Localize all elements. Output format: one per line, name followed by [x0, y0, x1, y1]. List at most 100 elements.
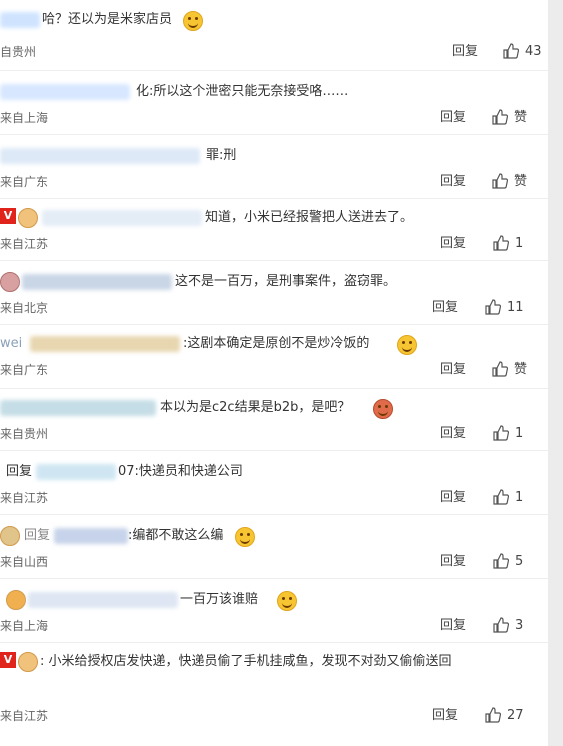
- avatar: [18, 652, 38, 672]
- location-text: 来自上海: [0, 111, 49, 125]
- thumbs-up-icon: [493, 235, 510, 251]
- divider: [0, 70, 548, 71]
- page-gutter: [548, 0, 563, 746]
- avatar: [0, 272, 20, 292]
- like-button[interactable]: 5: [493, 552, 523, 572]
- reply-button[interactable]: 回复: [440, 552, 466, 572]
- username-blur: [28, 592, 178, 608]
- comment-text: 07:快递员和快递公司: [118, 464, 243, 479]
- location-text: 来自江苏: [0, 709, 49, 723]
- comment-text: 一百万该谁赔: [180, 592, 259, 607]
- reply-button[interactable]: 回复: [440, 108, 466, 128]
- divider: [0, 514, 548, 515]
- like-count: 赞: [514, 362, 528, 377]
- comment-text: 知道，小米已经报警把人送进去了。: [205, 210, 414, 225]
- location-text: 来自广东: [0, 363, 49, 377]
- reply-button[interactable]: 回复: [452, 42, 478, 62]
- like-button[interactable]: 赞: [492, 360, 527, 380]
- reply-button[interactable]: 回复: [440, 488, 466, 508]
- like-count: 5: [515, 554, 524, 569]
- like-button[interactable]: 27: [485, 706, 524, 726]
- location-text: 来自江苏: [0, 237, 49, 251]
- username-blur: [42, 210, 202, 226]
- reply-prefix: 回复: [6, 464, 33, 479]
- thumbs-up-icon: [492, 361, 509, 377]
- comment-text: 罪:刑: [206, 148, 237, 163]
- like-button[interactable]: 11: [485, 298, 524, 318]
- username-blur: [0, 84, 130, 100]
- thumbs-up-icon: [485, 707, 502, 723]
- like-count: 赞: [514, 174, 528, 189]
- reply-button[interactable]: 回复: [440, 234, 466, 254]
- comment-text: 化:所以这个泄密只能无奈接受咯……: [136, 84, 349, 99]
- divider: [0, 260, 548, 261]
- like-button[interactable]: 43: [503, 42, 542, 62]
- smiley-emoji-icon: [183, 11, 203, 31]
- location-text: 来自贵州: [0, 427, 49, 441]
- thumbs-up-icon: [485, 299, 502, 315]
- thumbs-up-icon: [503, 43, 520, 59]
- smiley-emoji-icon: [397, 335, 417, 355]
- v-badge-icon: V: [0, 208, 16, 224]
- reply-button[interactable]: 回复: [440, 172, 466, 192]
- like-count: 3: [515, 618, 524, 633]
- like-button[interactable]: 赞: [492, 108, 527, 128]
- thumbs-up-icon: [493, 489, 510, 505]
- username-prefix: wei: [0, 336, 23, 351]
- comment-text: 哈？还以为是米家店员: [42, 12, 173, 27]
- comment-text: :编都不敢这么编: [128, 528, 224, 543]
- username-blur: [36, 464, 116, 480]
- reply-button[interactable]: 回复: [440, 424, 466, 444]
- like-button[interactable]: 1: [493, 488, 523, 508]
- username-blur: [0, 12, 40, 28]
- location-text: 来自江苏: [0, 491, 49, 505]
- thumbs-up-icon: [492, 173, 509, 189]
- thumbs-up-icon: [493, 617, 510, 633]
- username-blur: [22, 274, 172, 290]
- reply-button[interactable]: 回复: [440, 360, 466, 380]
- location-text: 来自上海: [0, 619, 49, 633]
- divider: [0, 388, 548, 389]
- like-count: 27: [507, 708, 524, 723]
- angry-emoji-icon: [373, 399, 393, 419]
- like-count: 43: [525, 44, 542, 59]
- divider: [0, 134, 548, 135]
- comment-body: 哈？还以为是米家店员: [0, 8, 548, 32]
- comment-text: 本以为是c2c结果是b2b，是吧？: [160, 400, 351, 415]
- divider: [0, 642, 548, 643]
- reply-button[interactable]: 回复: [432, 706, 458, 726]
- thinking-emoji-icon: [277, 591, 297, 611]
- like-count: 1: [515, 236, 524, 251]
- thumbs-up-icon: [492, 109, 509, 125]
- username-blur: [30, 336, 180, 352]
- avatar: [0, 526, 20, 546]
- comment-text: : 小米给授权店发快递，快递员偷了手机挂咸鱼，发现不对劲又偷偷送回: [40, 654, 452, 669]
- crying-emoji-icon: [235, 527, 255, 547]
- reply-button[interactable]: 回复: [440, 616, 466, 636]
- thumbs-up-icon: [493, 425, 510, 441]
- reply-button[interactable]: 回复: [432, 298, 458, 318]
- like-count: 赞: [514, 110, 528, 125]
- v-badge-icon: V: [0, 652, 16, 668]
- comment-list: 哈？还以为是米家店员 自贵州 回复 43 化:所以这个泄密只能无奈接受咯…… 来…: [0, 0, 548, 746]
- like-button[interactable]: 赞: [492, 172, 527, 192]
- avatar: [18, 208, 38, 228]
- like-count: 1: [515, 490, 524, 505]
- location-text: 自贵州: [0, 45, 37, 59]
- divider: [0, 578, 548, 579]
- avatar: [6, 590, 26, 610]
- like-button[interactable]: 1: [493, 234, 523, 254]
- reply-prefix: 回复: [24, 528, 51, 543]
- like-count: 1: [515, 426, 524, 441]
- divider: [0, 450, 548, 451]
- location-text: 来自北京: [0, 301, 49, 315]
- comment-text: :这剧本确定是原创不是炒冷饭的: [183, 336, 370, 351]
- username-blur: [0, 400, 156, 416]
- location-text: 来自山西: [0, 555, 49, 569]
- like-button[interactable]: 3: [493, 616, 523, 636]
- divider: [0, 198, 548, 199]
- like-button[interactable]: 1: [493, 424, 523, 444]
- like-count: 11: [507, 300, 524, 315]
- divider: [0, 324, 548, 325]
- username-blur: [0, 148, 200, 164]
